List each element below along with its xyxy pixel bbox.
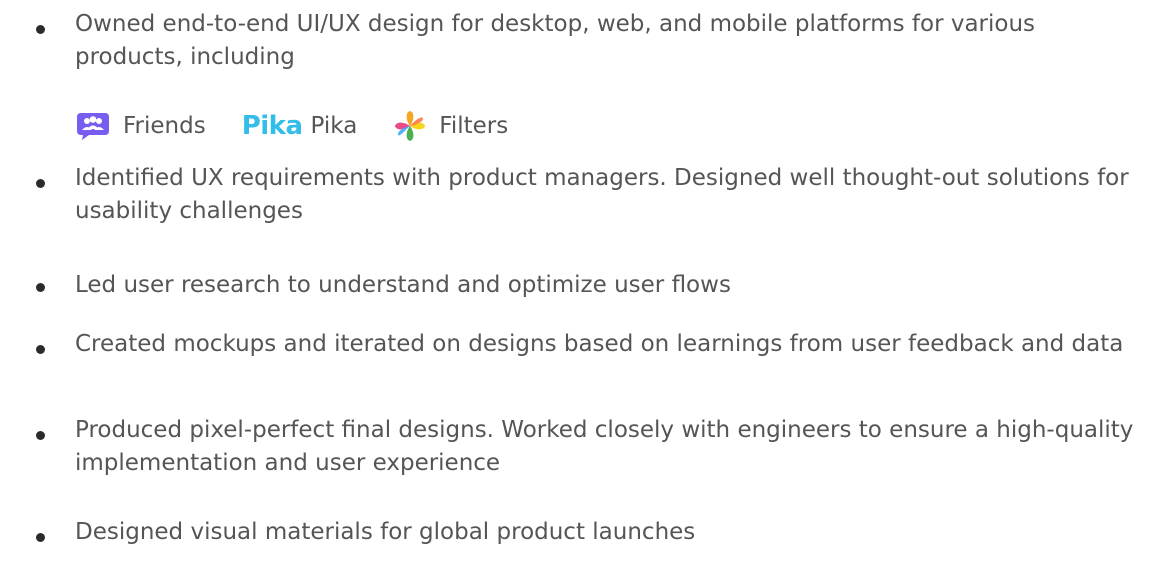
bullet-dot (36, 25, 45, 34)
bullet-dot (36, 179, 45, 188)
bullet-text: Created mockups and iterated on designs … (75, 331, 1124, 357)
product-filters: Filters (393, 110, 508, 143)
bullet-text: Produced pixel-perfect final designs. Wo… (75, 417, 1134, 476)
product-friends: Friends (75, 110, 206, 143)
bullet-dot (36, 533, 45, 542)
bullet-text: Identified UX requirements with product … (75, 165, 1129, 224)
filters-star-icon (393, 110, 427, 142)
product-label-friends: Friends (123, 112, 206, 139)
product-list: Friends Pika Pika Filters (75, 108, 544, 144)
bullet-dot (36, 283, 45, 292)
product-label-filters: Filters (439, 112, 509, 139)
bullet-text: Led user research to understand and opti… (75, 272, 731, 298)
product-label-pika: Pika (310, 112, 358, 139)
friends-chat-icon (75, 111, 111, 141)
bullet-text: Owned end-to-end UI/UX design for deskto… (75, 11, 1036, 70)
bullet-dot (36, 431, 45, 440)
pika-logo: Pika (241, 111, 303, 141)
bullet-text: Designed visual materials for global pro… (75, 519, 696, 545)
product-pika: Pika Pika (242, 110, 358, 143)
bullet-dot (36, 345, 45, 354)
